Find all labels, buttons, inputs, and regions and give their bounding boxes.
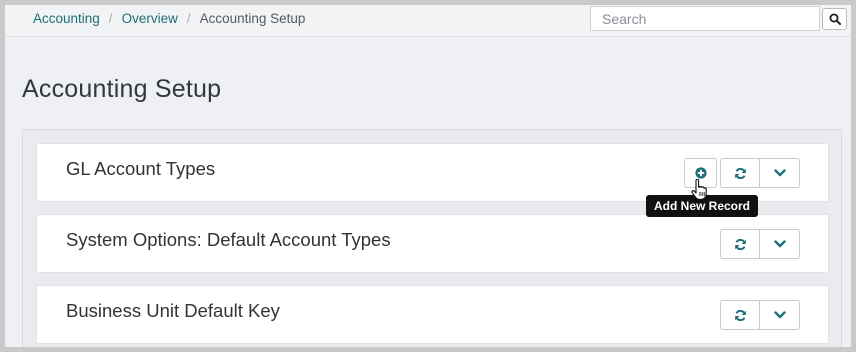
options-dropdown-button[interactable] [760, 158, 800, 188]
search-button[interactable] [822, 8, 847, 30]
breadcrumb-separator: / [186, 11, 191, 26]
breadcrumb: Accounting / Overview / Accounting Setup [33, 10, 305, 28]
card-title: System Options: Default Account Types [66, 229, 391, 250]
refresh-icon [734, 167, 746, 179]
breadcrumb-link-overview[interactable]: Overview [122, 10, 178, 28]
options-dropdown-button[interactable] [760, 229, 800, 259]
breadcrumb-separator: / [108, 11, 113, 26]
search-icon [829, 13, 841, 25]
page-title: Accounting Setup [22, 75, 222, 103]
refresh-button[interactable] [720, 158, 760, 188]
card-gl-account-types: GL Account Types [36, 143, 829, 202]
breadcrumb-current: Accounting Setup [199, 11, 306, 26]
hand-pointer-icon [691, 179, 707, 200]
app-frame: Accounting / Overview / Accounting Setup… [5, 5, 851, 347]
chevron-down-icon [773, 240, 786, 248]
card-system-options-default-account-types: System Options: Default Account Types [36, 214, 829, 273]
card-title: GL Account Types [66, 158, 216, 179]
options-dropdown-button[interactable] [760, 300, 800, 330]
refresh-button[interactable] [720, 300, 760, 330]
refresh-button[interactable] [720, 229, 760, 259]
chevron-down-icon [773, 169, 786, 177]
top-bar: Accounting / Overview / Accounting Setup [5, 5, 851, 37]
setup-panel-container: GL Account Types System Options: Default… [22, 129, 842, 347]
refresh-icon [734, 309, 746, 321]
card-business-unit-default-key: Business Unit Default Key [36, 285, 829, 344]
plus-circle-icon [694, 167, 707, 179]
refresh-icon [734, 238, 746, 250]
card-title: Business Unit Default Key [66, 300, 280, 321]
search-input[interactable] [590, 6, 820, 31]
chevron-down-icon [773, 311, 786, 319]
breadcrumb-link-accounting[interactable]: Accounting [33, 10, 100, 28]
